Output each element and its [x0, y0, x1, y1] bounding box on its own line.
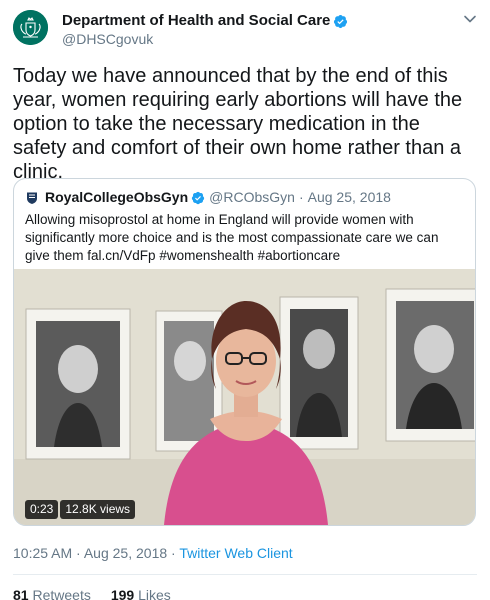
- likes-label: Likes: [138, 587, 171, 600]
- video-duration-badge: 0:23: [25, 500, 59, 519]
- quoted-verified-badge-icon: [191, 191, 205, 205]
- tweet: Department of Health and Social Care @DH…: [0, 0, 490, 600]
- tweet-stats: 81 Retweets 199 Likes: [13, 587, 171, 600]
- retweets-stat[interactable]: 81 Retweets: [13, 587, 91, 600]
- tweet-meta: 10:25 AM · Aug 25, 2018 · Twitter Web Cl…: [13, 545, 293, 562]
- quoted-tweet-header: RoyalCollegeObsGyn @RCObsGyn · Aug 25, 2…: [25, 189, 391, 206]
- verified-badge-icon: [333, 14, 348, 29]
- retweets-count: 81: [13, 587, 29, 600]
- meta-separator: ·: [76, 545, 81, 561]
- quoted-tweet-date[interactable]: Aug 25, 2018: [308, 189, 391, 206]
- royal-coat-of-arms-icon: [13, 10, 48, 45]
- more-options-chevron-down-icon[interactable]: [463, 12, 477, 26]
- video-views-badge: 12.8K views: [60, 500, 136, 519]
- quoted-author-avatar-shield-icon[interactable]: [25, 191, 39, 205]
- author-display-name[interactable]: Department of Health and Social Care: [62, 12, 330, 30]
- author-name-row: Department of Health and Social Care: [62, 12, 348, 30]
- author-avatar[interactable]: [13, 10, 48, 45]
- retweets-label: Retweets: [32, 587, 91, 600]
- quoted-author-display-name[interactable]: RoyalCollegeObsGyn: [45, 189, 188, 206]
- author-handle[interactable]: @DHSCgovuk: [62, 31, 153, 48]
- tweet-text: Today we have announced that by the end …: [13, 65, 463, 183]
- meta-separator: ·: [171, 545, 176, 561]
- quoted-header-separator: ·: [298, 189, 304, 205]
- video-overlay-badges: 0:23 12.8K views: [25, 500, 136, 519]
- divider: [13, 574, 477, 575]
- video-thumbnail: [14, 269, 475, 525]
- tweet-client-link[interactable]: Twitter Web Client: [179, 545, 292, 561]
- likes-stat[interactable]: 199 Likes: [111, 587, 171, 600]
- tweet-time[interactable]: 10:25 AM: [13, 545, 72, 561]
- quoted-author-handle[interactable]: @RCObsGyn: [209, 189, 295, 206]
- quoted-tweet-card[interactable]: RoyalCollegeObsGyn @RCObsGyn · Aug 25, 2…: [13, 178, 476, 526]
- quoted-tweet-text: Allowing misoprostol at home in England …: [25, 212, 439, 263]
- likes-count: 199: [110, 587, 135, 600]
- video-player[interactable]: [14, 269, 475, 525]
- tweet-date[interactable]: Aug 25, 2018: [84, 545, 167, 561]
